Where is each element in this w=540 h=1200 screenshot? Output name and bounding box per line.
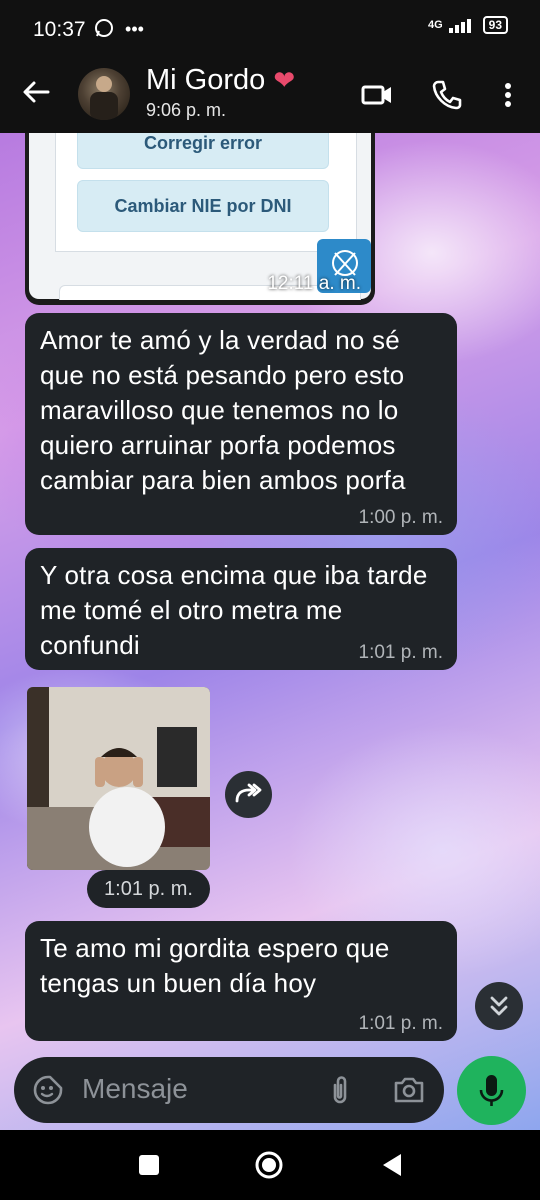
heart-fire-icon: ❤ xyxy=(273,65,296,95)
card-button-corregir: Corregir error xyxy=(77,133,329,169)
network-type: 4G xyxy=(427,19,443,31)
phone-icon[interactable] xyxy=(430,78,464,112)
image-message[interactable] xyxy=(27,687,210,870)
more-options-icon[interactable] xyxy=(491,78,525,112)
camera-icon[interactable] xyxy=(392,1074,426,1106)
avatar[interactable] xyxy=(78,68,130,120)
system-nav-bar xyxy=(0,1130,540,1200)
message-time: 1:01 p. m. xyxy=(358,642,444,663)
mic-button[interactable] xyxy=(457,1056,526,1125)
shared-image-message[interactable]: Corregir error Cambiar NIE por DNI 12:11… xyxy=(25,133,375,305)
status-time: 10:37 xyxy=(33,18,86,41)
scroll-down-button[interactable] xyxy=(475,982,523,1030)
message-time: 1:01 p. m. xyxy=(358,1013,444,1034)
message-input-bar[interactable]: Mensaje xyxy=(14,1057,444,1123)
chat-header: Mi Gordo ❤ 9:06 p. m. xyxy=(0,58,540,133)
contact-name-text: Mi Gordo xyxy=(146,64,266,96)
message-time: 12:11 a. m. xyxy=(267,273,361,294)
chevron-double-down-icon xyxy=(490,996,508,1016)
forward-button[interactable] xyxy=(225,771,272,818)
more-notifications-icon: ••• xyxy=(125,19,144,39)
battery-indicator: 93 xyxy=(482,16,508,34)
back-arrow-icon[interactable] xyxy=(20,76,52,108)
chat-area[interactable]: Corregir error Cambiar NIE por DNI 12:11… xyxy=(0,133,540,1130)
sticker-icon[interactable] xyxy=(32,1074,64,1106)
photo-thumbnail xyxy=(27,687,210,870)
message-bubble[interactable]: Amor te amó y la verdad no sé que no est… xyxy=(25,313,457,535)
nav-back-icon[interactable] xyxy=(377,1150,407,1180)
message-time: 1:00 p. m. xyxy=(358,507,444,528)
message-bubble[interactable]: Te amo mi gordita espero que tengas un b… xyxy=(25,921,457,1041)
notification-icons: ••• xyxy=(94,18,144,40)
video-call-icon[interactable] xyxy=(360,78,394,112)
nav-home-icon[interactable] xyxy=(254,1150,284,1180)
attach-icon[interactable] xyxy=(324,1073,356,1107)
status-right: 4G 93 xyxy=(428,16,508,34)
last-seen: 9:06 p. m. xyxy=(146,100,227,120)
message-bubble[interactable]: Y otra cosa encima que iba tarde me tomé… xyxy=(25,548,457,670)
nav-square-icon[interactable] xyxy=(134,1150,164,1180)
whatsapp-notification-icon xyxy=(95,19,113,37)
card-button-cambiar-nie: Cambiar NIE por DNI xyxy=(77,180,329,232)
mic-icon xyxy=(479,1075,504,1106)
message-text: Te amo mi gordita espero que tengas un b… xyxy=(40,933,390,998)
contact-name[interactable]: Mi Gordo ❤ xyxy=(146,64,295,97)
signal-icon xyxy=(448,19,471,33)
image-message-time: 1:01 p. m. xyxy=(87,870,210,908)
status-bar: 10:37 ••• 4G 93 xyxy=(0,0,540,58)
forward-icon xyxy=(235,783,262,803)
message-input[interactable]: Mensaje xyxy=(82,1073,188,1105)
message-text: Amor te amó y la verdad no sé que no est… xyxy=(40,325,406,495)
